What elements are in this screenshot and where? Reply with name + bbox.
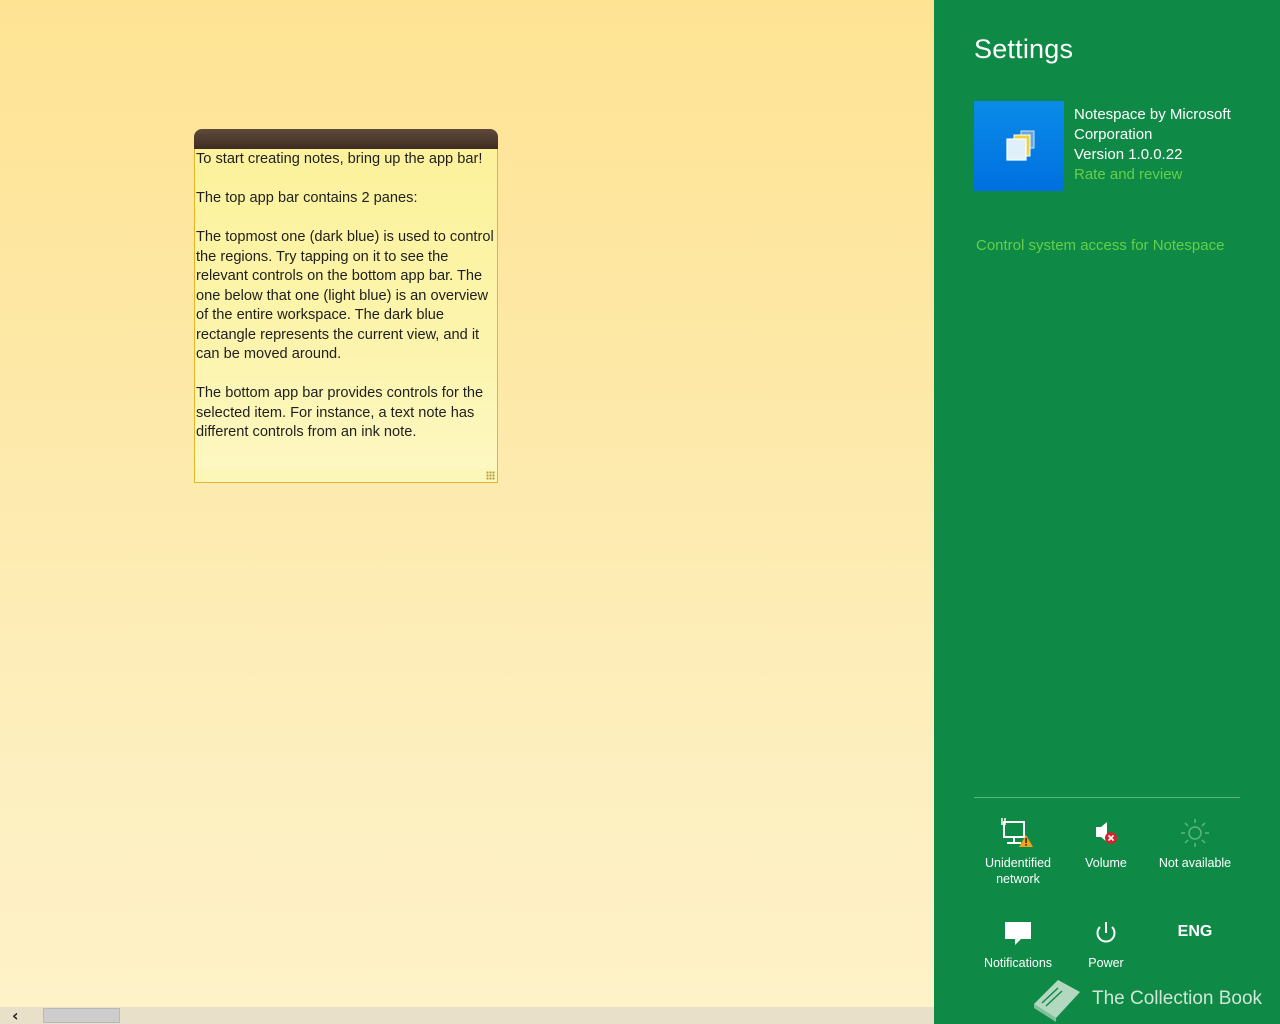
notifications-icon [1005, 922, 1031, 945]
horizontal-scrollbar[interactable]: ‹ [0, 1007, 934, 1024]
notifications-label: Notifications [983, 956, 1053, 970]
volume-button[interactable]: Volume [1062, 815, 1150, 871]
permissions-link[interactable]: Control system access for Notespace [976, 236, 1224, 256]
app-tile [974, 101, 1064, 191]
brightness-button: Not available [1151, 815, 1239, 871]
note-paragraph: The bottom app bar provides controls for… [196, 385, 484, 440]
watermark-text: The Collection Book [1092, 988, 1263, 1009]
network-label-line2: network [996, 872, 1040, 886]
note-drag-handle[interactable] [194, 129, 498, 149]
volume-label: Volume [1085, 856, 1127, 870]
note-footer [195, 468, 497, 482]
keyboard-button[interactable]: ENG [1151, 915, 1239, 955]
power-icon [1096, 922, 1116, 943]
notes-workspace[interactable]: To start creating notes, bring up the ap… [0, 0, 934, 1024]
chevron-left-icon[interactable]: ‹ [12, 1008, 30, 1024]
note-paragraph: The topmost one (dark blue) is used to c… [196, 229, 494, 362]
volume-muted-icon [1096, 822, 1117, 844]
keyboard-language-label: ENG [1177, 923, 1213, 940]
scrollbar-thumb[interactable] [43, 1008, 120, 1023]
note-text[interactable]: To start creating notes, bring up the ap… [195, 149, 497, 443]
power-button[interactable]: Power [1062, 915, 1150, 971]
watermark: The Collection Book [1028, 974, 1268, 1024]
settings-charm: Settings Notespace by Microsoft Corporat… [934, 0, 1280, 1024]
book-icon [1034, 980, 1080, 1022]
note-paragraph: The top app bar contains 2 panes: [196, 190, 418, 206]
network-warning-icon [1001, 818, 1033, 847]
resize-grip-icon[interactable] [486, 471, 495, 480]
brightness-label: Not available [1158, 856, 1232, 870]
app-version: Version 1.0.0.22 [1074, 146, 1183, 163]
settings-title: Settings [974, 34, 1074, 64]
rate-and-review-link[interactable]: Rate and review [1074, 165, 1274, 185]
divider [974, 797, 1240, 798]
app-name: Notespace by Microsoft [1074, 106, 1231, 123]
network-label-line1: Unidentified [984, 856, 1051, 870]
screen: To start creating notes, bring up the ap… [0, 0, 1280, 1024]
power-label: Power [1088, 956, 1124, 970]
app-publisher: Corporation [1074, 126, 1153, 143]
notespace-app-icon [1006, 130, 1035, 161]
text-note[interactable]: To start creating notes, bring up the ap… [194, 129, 498, 483]
network-button[interactable]: Unidentified network [974, 815, 1062, 887]
brightness-icon [1181, 819, 1209, 847]
notifications-button[interactable]: Notifications [974, 915, 1062, 971]
note-paragraph: To start creating notes, bring up the ap… [196, 151, 483, 167]
app-info: Notespace by Microsoft Corporation Versi… [1074, 105, 1274, 185]
